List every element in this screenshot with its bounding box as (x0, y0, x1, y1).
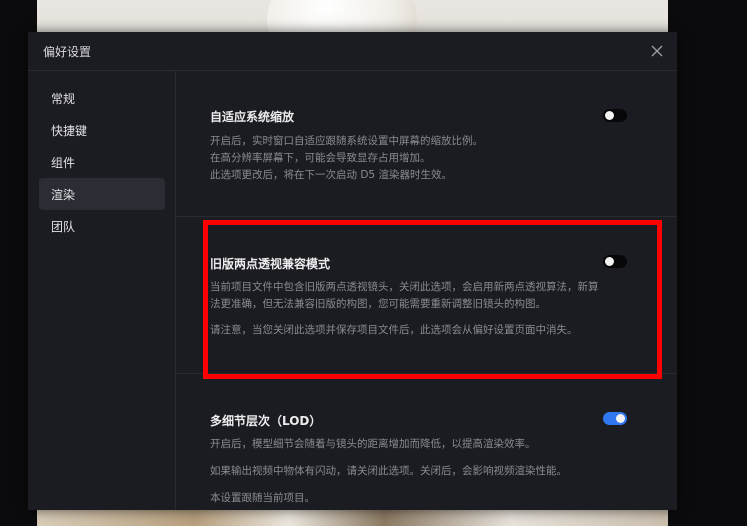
sidebar-item-components[interactable]: 组件 (39, 146, 165, 178)
sidebar-item-team[interactable]: 团队 (39, 210, 165, 242)
close-button[interactable] (647, 41, 667, 61)
setting-title: 自适应系统缩放 (210, 110, 295, 124)
settings-content: 自适应系统缩放 开启后，实时窗口自适应跟随系统设置中屏幕的缩放比例。 在高分辨率… (176, 71, 677, 510)
toggle-knob (605, 111, 614, 120)
setting-lod: 多细节层次（LOD） 开启后，模型细节会随着与镜头的距离增加而降低，以提高渲染效… (176, 374, 677, 510)
setting-description: 本设置跟随当前项目。 (210, 492, 315, 504)
adaptive-scaling-toggle[interactable] (603, 109, 627, 122)
legacy-two-point-toggle[interactable] (603, 255, 627, 268)
setting-legacy-two-point: 旧版两点透视兼容模式 当前项目文件中包含旧版两点透视镜头，关闭此选项，会启用新两… (176, 217, 677, 374)
setting-description: 如果输出视频中物体有闪动，请关闭此选项。关闭后，会影响视频渲染性能。 (210, 465, 567, 477)
toggle-knob (616, 414, 625, 423)
description-line: 当前项目文件中包含旧版两点透视镜头，关闭此选项，会启用新两点透视算法，新算 (210, 281, 599, 293)
sidebar-item-shortcuts[interactable]: 快捷键 (39, 114, 165, 146)
dialog-titlebar: 偏好设置 (28, 32, 677, 71)
setting-title: 多细节层次（LOD） (210, 414, 322, 428)
dialog-title: 偏好设置 (43, 45, 92, 59)
description-line: 在高分辨率屏幕下，可能会导致显存占用增加。 (210, 152, 431, 164)
setting-description: 开启后，实时窗口自适应跟随系统设置中屏幕的缩放比例。 在高分辨率屏幕下，可能会导… (210, 133, 630, 184)
setting-note: 请注意，当您关闭此选项并保存项目文件后，此选项会从偏好设置页面中消失。 (210, 324, 578, 336)
close-icon (651, 45, 663, 57)
sidebar: 常规 快捷键 组件 渲染 团队 (28, 71, 176, 510)
description-line: 此选项更改后，将在下一次启动 D5 渲染器时生效。 (210, 169, 452, 181)
sidebar-item-label: 常规 (51, 92, 76, 106)
lod-toggle[interactable] (603, 412, 627, 425)
sidebar-item-label: 渲染 (51, 188, 76, 202)
description-line: 开启后，实时窗口自适应跟随系统设置中屏幕的缩放比例。 (210, 135, 483, 147)
sidebar-item-render[interactable]: 渲染 (39, 178, 165, 210)
setting-adaptive-scaling: 自适应系统缩放 开启后，实时窗口自适应跟随系统设置中屏幕的缩放比例。 在高分辨率… (176, 71, 677, 217)
setting-description: 当前项目文件中包含旧版两点透视镜头，关闭此选项，会启用新两点透视算法，新算 法更… (210, 279, 640, 313)
setting-title: 旧版两点透视兼容模式 (210, 257, 331, 271)
preferences-dialog: 偏好设置 常规 快捷键 组件 渲染 团队 自适应系统缩放 开启后，实时窗口自适应… (28, 32, 677, 510)
setting-description: 开启后，模型细节会随着与镜头的距离增加而降低，以提高渲染效率。 (210, 438, 536, 450)
description-line: 法更准确，但无法兼容旧版的构图，您可能需要重新调整旧镜头的构图。 (210, 298, 546, 310)
sidebar-item-label: 快捷键 (51, 124, 88, 138)
sidebar-item-label: 组件 (51, 156, 76, 170)
toggle-knob (605, 257, 614, 266)
sidebar-item-label: 团队 (51, 220, 76, 234)
sidebar-item-general[interactable]: 常规 (39, 82, 165, 114)
